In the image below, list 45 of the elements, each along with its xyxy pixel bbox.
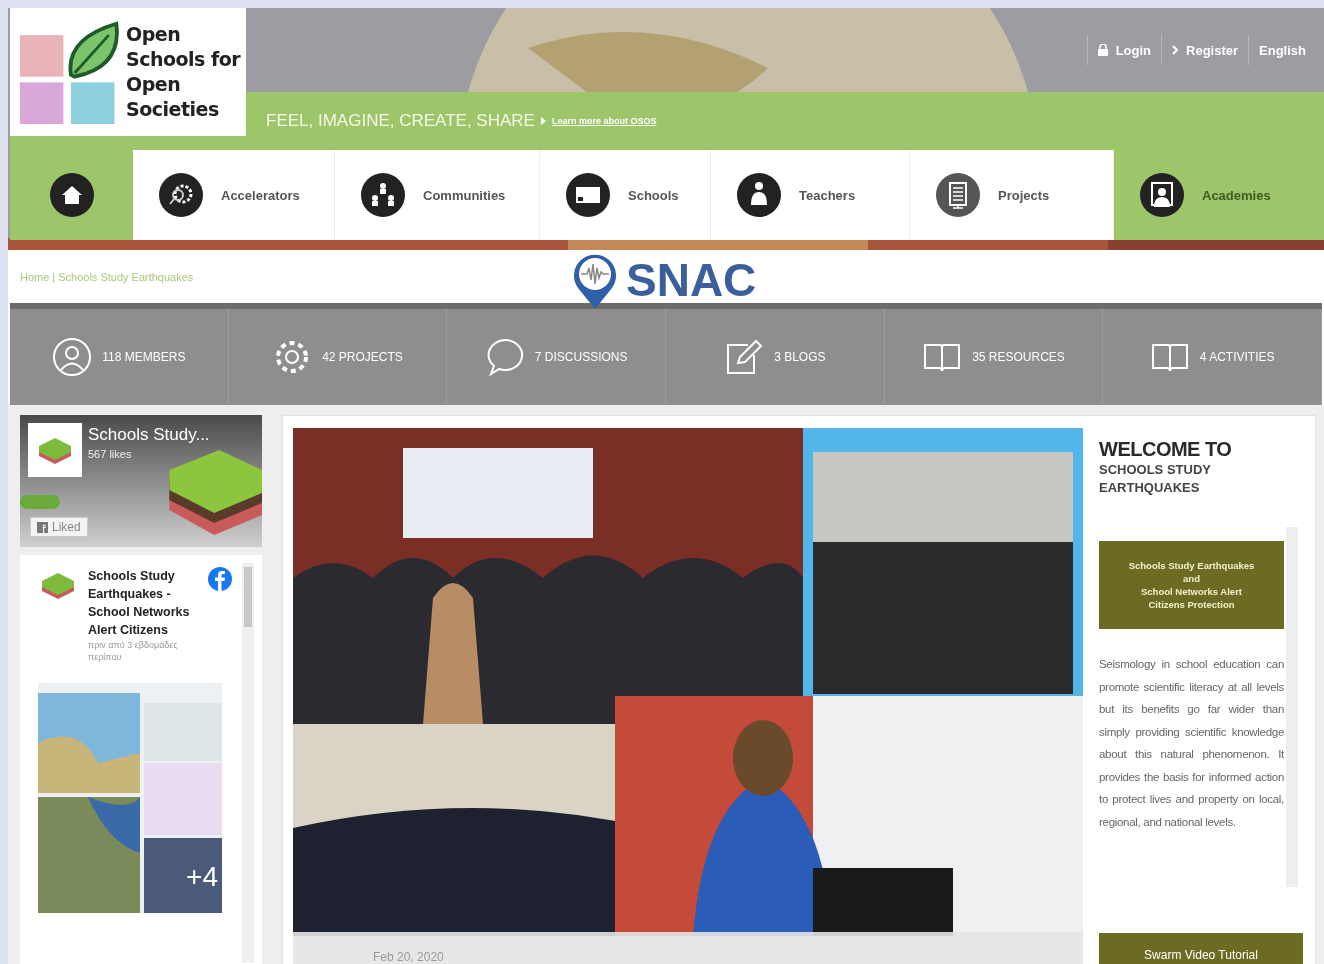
logo[interactable]: Open Schools for Open Societies xyxy=(10,8,246,136)
more-photos-count[interactable]: +4 xyxy=(186,861,218,893)
photo-date: Feb 20, 2020 xyxy=(373,950,444,964)
lock-icon xyxy=(1097,44,1108,56)
people-icon xyxy=(361,173,405,217)
logo-text: Open Schools for Open Societies xyxy=(126,22,241,122)
post-time: πριν από 3 εβδομάδες περίπου xyxy=(88,639,179,663)
tagline: FEEL, IMAGINE, CREATE, SHARE xyxy=(266,111,535,131)
title-banner: Schools Study Earthquakes and School Networks Alert Citizens Protection xyxy=(1099,541,1284,629)
facebook-icon xyxy=(208,567,232,591)
home-icon xyxy=(49,173,94,217)
welcome-subtitle: SCHOOLS STUDY EARTHQUAKES xyxy=(1099,461,1212,497)
person-icon xyxy=(737,173,781,217)
video-tutorial-button[interactable]: Swarm Video Tutorial xyxy=(1099,933,1303,964)
board-icon xyxy=(566,173,610,217)
post-title[interactable]: Schools Study Earthquakes - School Networks Alert Citizens xyxy=(88,567,198,639)
scrollbar[interactable] xyxy=(242,563,254,963)
arrow-icon xyxy=(540,117,546,125)
user-icon xyxy=(52,337,93,377)
language-link[interactable]: English xyxy=(1248,35,1316,65)
liked-button[interactable]: Liked xyxy=(30,517,88,537)
chevron-icon xyxy=(1172,45,1178,55)
facebook-icon xyxy=(37,521,48,533)
gear-magnifier-icon xyxy=(159,173,203,217)
register-link[interactable]: Register xyxy=(1161,35,1249,65)
likes-count: 567 likes xyxy=(88,448,132,460)
nav-tab[interactable]: Communities xyxy=(335,150,540,240)
nav-tab[interactable]: Teachers xyxy=(711,150,910,240)
breadcrumb-link[interactable]: Schools Study Earthquakes xyxy=(58,270,194,283)
edit-icon xyxy=(724,337,765,377)
logo-icon xyxy=(18,20,122,124)
learn-more-link[interactable]: Learn more about OSOS xyxy=(551,116,657,126)
page-name[interactable]: Schools Study... xyxy=(88,425,210,445)
nav-tab[interactable]: Projects xyxy=(910,150,1114,240)
welcome-title: WELCOME TO xyxy=(1099,438,1233,461)
breadcrumb-link[interactable]: Home xyxy=(20,270,50,283)
page-thumbnail[interactable] xyxy=(28,423,82,477)
nav-tab[interactable]: Schools xyxy=(540,150,711,240)
welcome-text: Seismology in school education can promote scientific literacy at all levels but its benefits go far wider than simply providing scientific knowledge about this natural phenomenon. It provides the basis for informed action to protect lives and property on local, regional, and national levels. xyxy=(1099,657,1284,830)
login-link[interactable]: Login xyxy=(1086,35,1161,65)
breadcrumb-separator: | xyxy=(52,270,56,283)
list-icon xyxy=(936,173,980,217)
nav-tab[interactable]: Accelerators xyxy=(133,150,335,240)
portrait-icon xyxy=(1140,173,1184,217)
brand-name: SNAC xyxy=(626,252,757,307)
